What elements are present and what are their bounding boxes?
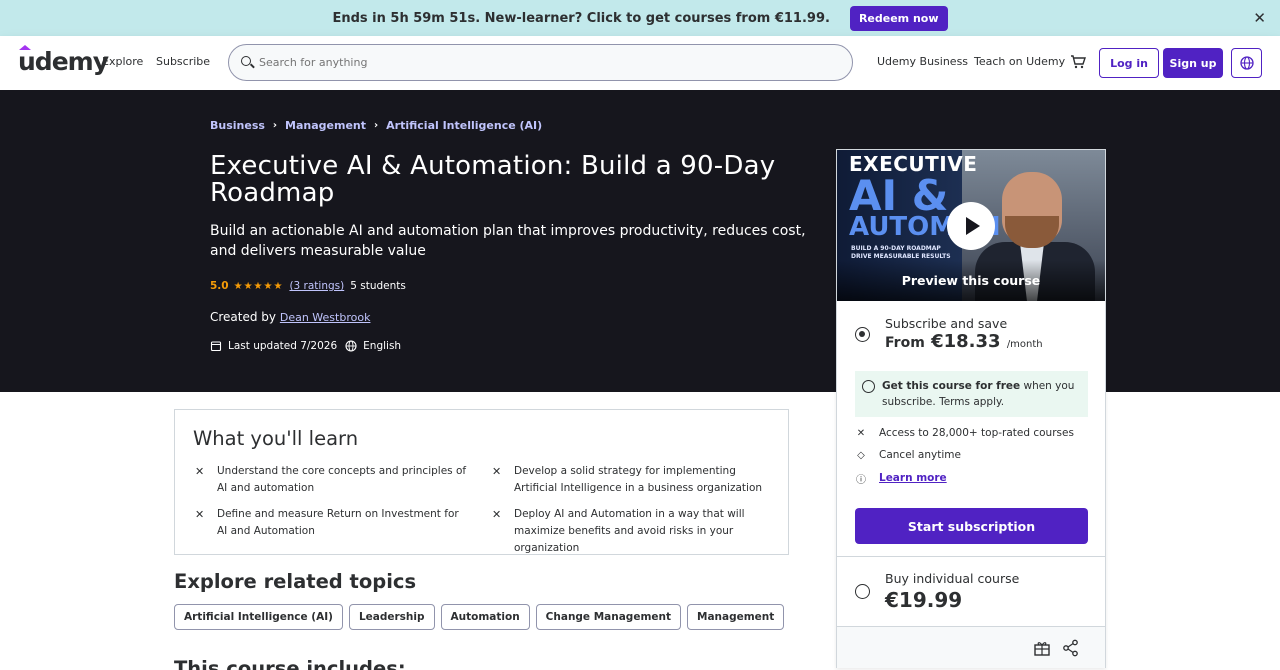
signup-button[interactable]: Sign up xyxy=(1163,48,1223,78)
globe-icon xyxy=(345,340,357,352)
tag-icon: ◇ xyxy=(857,449,865,461)
check-icon: ✕ xyxy=(195,465,205,478)
free-course-note: Get this course for free when you subscr… xyxy=(855,371,1088,417)
subscribe-link[interactable]: Subscribe xyxy=(156,55,210,68)
preview-label[interactable]: Preview this course xyxy=(837,273,1105,288)
alert-badge-icon xyxy=(210,341,222,352)
top-header: udemy Explore Subscribe Udemy Business T… xyxy=(0,36,1280,90)
perk-access: ✕ Access to 28,000+ top-rated courses xyxy=(855,427,1074,439)
promo-banner[interactable]: Ends in 5h 59m 51s. New-learner? Click t… xyxy=(0,0,1280,36)
search-bar[interactable] xyxy=(228,44,853,81)
chevron-right-icon: › xyxy=(374,120,379,131)
students-count: 5 students xyxy=(350,280,406,292)
subscribe-price-prefix: From xyxy=(885,335,925,351)
card-divider xyxy=(837,556,1105,557)
rating-value: 5.0 xyxy=(210,280,229,292)
close-icon[interactable]: ✕ xyxy=(1253,9,1266,27)
learn-more-link[interactable]: Learn more xyxy=(879,472,947,484)
course-title: Executive AI & Automation: Build a 90-Da… xyxy=(210,151,776,208)
chevron-right-icon: › xyxy=(272,120,278,131)
info-icon: ⓘ xyxy=(856,474,866,486)
language-button[interactable] xyxy=(1231,48,1262,78)
perk-access-text: Access to 28,000+ top-rated courses xyxy=(879,427,1074,439)
start-subscription-button[interactable]: Start subscription xyxy=(855,508,1088,544)
free-course-text: Get this course for free when you subscr… xyxy=(882,378,1082,410)
learn-item: Define and measure Return on Investment … xyxy=(217,508,459,537)
subscribe-period: /month xyxy=(1006,339,1043,350)
related-topics-title: Explore related topics xyxy=(174,570,417,593)
purchase-card: EXECUTIVE AI & AUTOMATI BUILD A 90-DAY R… xyxy=(836,149,1106,668)
check-icon: ✕ xyxy=(195,508,205,521)
breadcrumb-management[interactable]: Management xyxy=(285,119,366,132)
udemy-business-link[interactable]: Udemy Business xyxy=(877,55,968,68)
explore-link[interactable]: Explore xyxy=(102,55,143,68)
logo-hat-icon xyxy=(19,45,31,50)
perk-cancel-text: Cancel anytime xyxy=(879,449,961,461)
related-topics: Artificial Intelligence (AI) Leadership … xyxy=(174,604,790,630)
subscribe-title: Subscribe and save xyxy=(885,316,1008,331)
topic-chip[interactable]: Management xyxy=(687,604,785,630)
course-subtitle: Build an actionable AI and automation pl… xyxy=(210,223,806,259)
globe-icon xyxy=(1239,56,1254,70)
subscribe-radio[interactable] xyxy=(855,327,870,342)
breadcrumb-business[interactable]: Business xyxy=(210,119,265,132)
subscribe-price: From €18.33 /month xyxy=(885,331,1043,352)
ratings-count-link[interactable]: (3 ratings) xyxy=(289,280,344,292)
check-circle-icon xyxy=(862,380,875,393)
star-rating-icon: ★★★★★ xyxy=(233,280,284,292)
logo-text: udemy xyxy=(18,47,109,76)
topic-chip[interactable]: Artificial Intelligence (AI) xyxy=(174,604,343,630)
breadcrumb-ai[interactable]: Artificial Intelligence (AI) xyxy=(386,119,542,132)
play-icon xyxy=(966,217,980,235)
card-footer xyxy=(837,626,1105,668)
topic-chip[interactable]: Automation xyxy=(440,604,530,630)
check-icon: ✕ xyxy=(492,508,502,521)
perk-learn-more: ⓘ Learn more xyxy=(855,472,947,486)
learn-item: Understand the core concepts and princip… xyxy=(217,465,467,494)
rating-row: 5.0 ★★★★★ (3 ratings) 5 students xyxy=(210,280,406,292)
preview-thumb-line4: BUILD A 90-DAY ROADMAP DRIVE MEASURABLE … xyxy=(851,245,951,260)
created-by: Created by Dean Westbrook xyxy=(210,310,370,324)
course-includes-title: This course includes: xyxy=(174,657,406,670)
breadcrumb: Business › Management › Artificial Intel… xyxy=(210,119,542,132)
what-youll-learn: What you'll learn ✕ Understand the core … xyxy=(174,409,789,555)
created-by-label: Created by xyxy=(210,310,277,324)
courses-icon: ✕ xyxy=(856,427,866,439)
share-icon[interactable] xyxy=(1062,639,1080,657)
search-icon[interactable] xyxy=(241,55,255,70)
free-course-bold: Get this course for free xyxy=(882,380,1021,392)
play-button[interactable] xyxy=(947,202,995,250)
topic-chip[interactable]: Leadership xyxy=(348,604,435,630)
login-button[interactable]: Log in xyxy=(1099,48,1159,78)
check-icon: ✕ xyxy=(492,465,502,478)
promo-text[interactable]: Ends in 5h 59m 51s. New-learner? Click t… xyxy=(332,11,830,26)
perk-cancel: ◇ Cancel anytime xyxy=(855,449,961,461)
buy-individual-title: Buy individual course xyxy=(885,571,1020,586)
buy-individual-price: €19.99 xyxy=(885,588,963,612)
learn-title: What you'll learn xyxy=(193,427,359,450)
gift-icon[interactable] xyxy=(1033,639,1051,657)
teach-link[interactable]: Teach on Udemy xyxy=(974,55,1065,68)
search-input[interactable] xyxy=(259,56,819,69)
redeem-button[interactable]: Redeem now xyxy=(849,5,948,31)
subscribe-price-value: €18.33 xyxy=(931,331,1001,352)
course-preview[interactable]: EXECUTIVE AI & AUTOMATI BUILD A 90-DAY R… xyxy=(837,150,1105,301)
topic-chip[interactable]: Change Management xyxy=(535,604,681,630)
course-meta: Last updated 7/2026 English xyxy=(210,340,407,352)
author-link[interactable]: Dean Westbrook xyxy=(280,311,371,324)
learn-item: Develop a solid strategy for implementin… xyxy=(514,465,763,494)
last-updated: Last updated 7/2026 xyxy=(228,340,338,352)
buy-individual-radio[interactable] xyxy=(855,584,870,599)
udemy-logo[interactable]: udemy xyxy=(18,45,109,76)
cart-icon[interactable] xyxy=(1070,54,1086,70)
course-language: English xyxy=(363,340,402,352)
learn-item: Deploy AI and Automation in a way that w… xyxy=(514,508,745,554)
